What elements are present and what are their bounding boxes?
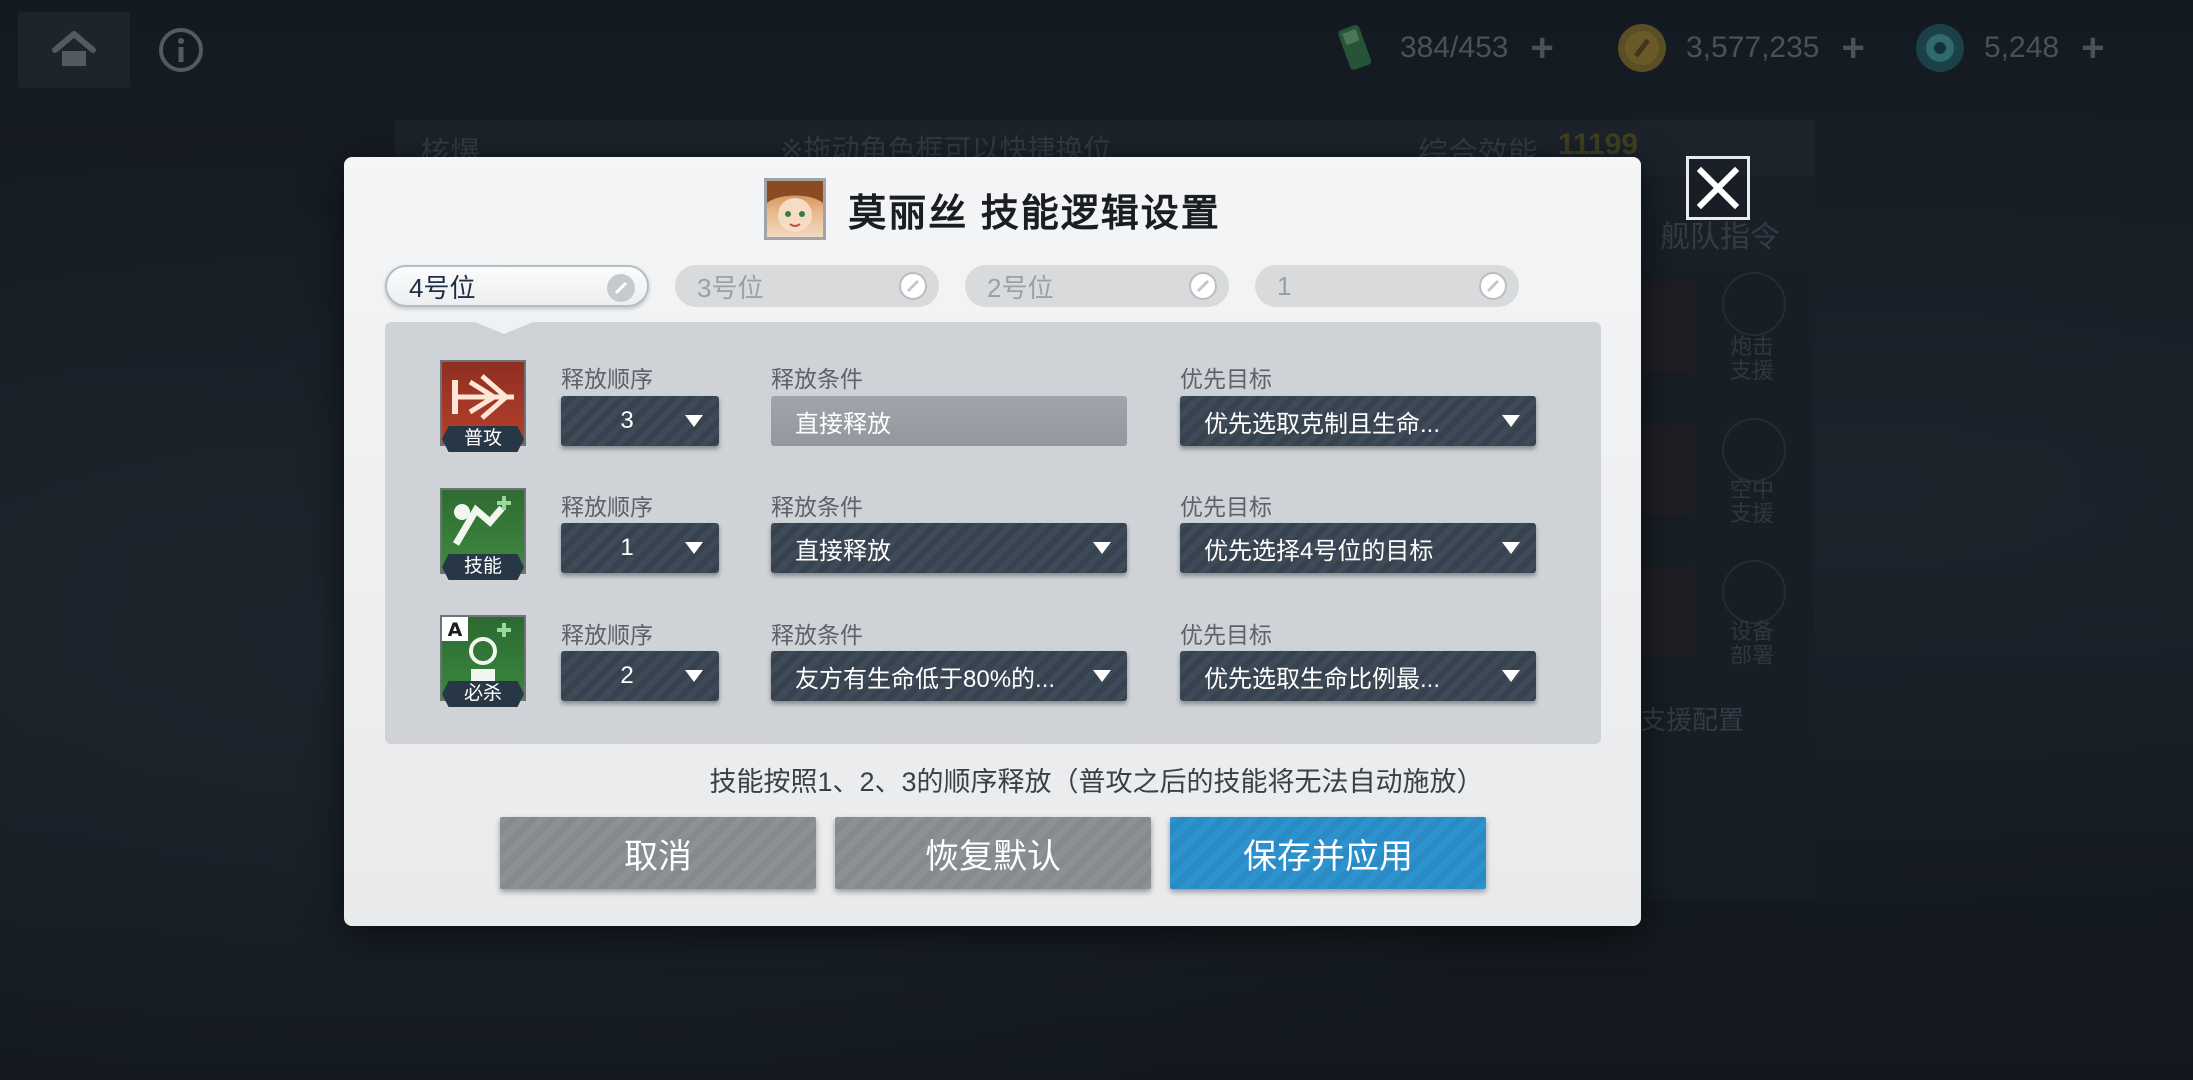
order-value: 1 (620, 534, 634, 561)
order-label: 释放顺序 (561, 494, 653, 520)
release-order-note: 技能按照1、2、3的顺序释放（普攻之后的技能将无法自动施放） (709, 767, 1484, 797)
tab-label: 1 (1277, 270, 1292, 301)
tab-position-1[interactable]: 1 (1255, 265, 1519, 307)
skill-1-condition-select: 直接释放 (771, 396, 1127, 446)
skill-2-target-select[interactable]: 优先选择4号位的目标 (1180, 523, 1536, 573)
heal-robot-icon: A (442, 617, 511, 681)
edit-icon[interactable] (607, 274, 635, 302)
cancel-button[interactable]: 取消 (500, 817, 816, 889)
reset-default-button[interactable]: 恢复默认 (835, 817, 1151, 889)
save-apply-button[interactable]: 保存并应用 (1170, 817, 1486, 889)
tab-label: 4号位 (409, 272, 476, 303)
tab-position-4[interactable]: 4号位 (385, 265, 649, 307)
order-label: 释放顺序 (561, 622, 653, 648)
skill-tag: 必杀 (442, 681, 524, 707)
skill-3-target-select[interactable]: 优先选取生命比例最... (1180, 651, 1536, 701)
skill-2-condition-select[interactable]: 直接释放 (771, 523, 1127, 573)
normal-attack-skill-icon: 普攻 (440, 360, 526, 452)
condition-label: 释放条件 (771, 494, 863, 520)
skill-2-order-select[interactable]: 1 (561, 523, 719, 573)
dropdown-arrow-icon (685, 415, 703, 427)
condition-value: 友方有生命低于80%的... (795, 665, 1056, 693)
condition-value: 直接释放 (795, 410, 891, 438)
gun-burst-icon (452, 374, 514, 420)
order-value: 2 (620, 662, 634, 689)
target-value: 优先选取克制且生命... (1204, 410, 1441, 438)
skill-3-condition-select[interactable]: 友方有生命低于80%的... (771, 651, 1127, 701)
svg-text:A: A (448, 619, 463, 641)
dropdown-arrow-icon (1502, 415, 1520, 427)
dropdown-arrow-icon (1502, 670, 1520, 682)
character-avatar (764, 178, 827, 240)
dropdown-arrow-icon (1502, 542, 1520, 554)
dialog-title: 莫丽丝 技能逻辑设置 (848, 192, 1221, 235)
skill-tag: 普攻 (442, 426, 524, 452)
edit-icon[interactable] (1189, 272, 1217, 300)
target-value: 优先选择4号位的目标 (1204, 537, 1434, 565)
dropdown-arrow-icon (685, 542, 703, 554)
tab-label: 3号位 (697, 272, 764, 303)
skill-tag: 技能 (442, 554, 524, 580)
target-label: 优先目标 (1180, 366, 1272, 392)
target-label: 优先目标 (1180, 622, 1272, 648)
skill-1-target-select[interactable]: 优先选取克制且生命... (1180, 396, 1536, 446)
ultimate-skill-icon: A 必杀 (440, 615, 526, 707)
wrench-arm-icon (452, 496, 511, 546)
target-value: 优先选取生命比例最... (1204, 665, 1441, 693)
condition-label: 释放条件 (771, 622, 863, 648)
avatar-portrait (767, 181, 824, 232)
close-button[interactable] (1686, 156, 1750, 220)
active-tab-pointer (470, 320, 538, 334)
tab-position-2[interactable]: 2号位 (965, 265, 1229, 307)
dropdown-arrow-icon (1093, 670, 1111, 682)
edit-icon[interactable] (1479, 272, 1507, 300)
dialog-header: 莫丽丝 技能逻辑设置 (344, 177, 1641, 241)
edit-icon[interactable] (899, 272, 927, 300)
condition-value: 直接释放 (795, 537, 891, 565)
order-value: 3 (620, 407, 634, 434)
skill-3-order-select[interactable]: 2 (561, 651, 719, 701)
skill-1-order-select[interactable]: 3 (561, 396, 719, 446)
condition-label: 释放条件 (771, 366, 863, 392)
order-label: 释放顺序 (561, 366, 653, 392)
dropdown-arrow-icon (1093, 542, 1111, 554)
close-icon (1696, 166, 1740, 210)
dropdown-arrow-icon (685, 670, 703, 682)
tab-label: 2号位 (987, 272, 1054, 303)
tab-position-3[interactable]: 3号位 (675, 265, 939, 307)
target-label: 优先目标 (1180, 494, 1272, 520)
skill-icon: 技能 (440, 488, 526, 580)
